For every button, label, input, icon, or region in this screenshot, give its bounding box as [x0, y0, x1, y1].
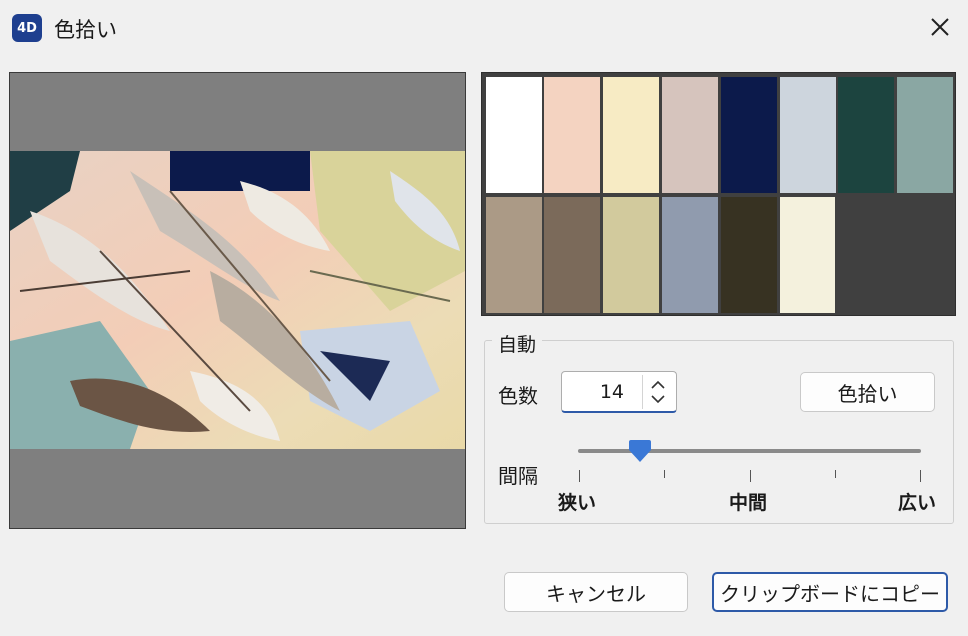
interval-label: 間隔	[498, 464, 538, 488]
auto-group-label: 自動	[492, 330, 543, 357]
swatch-3[interactable]	[603, 77, 659, 193]
close-icon	[931, 18, 949, 36]
app-logo-icon: 4D	[12, 14, 42, 42]
image-preview[interactable]	[9, 72, 466, 529]
color-palette	[481, 72, 956, 316]
tick-label-narrow: 狭い	[558, 492, 597, 514]
pick-colors-button[interactable]: 色拾い	[800, 372, 935, 412]
color-count-stepper[interactable]: 14	[561, 371, 677, 413]
stepper-arrows[interactable]	[642, 375, 673, 409]
swatch-2[interactable]	[544, 77, 600, 193]
close-button[interactable]	[924, 12, 956, 42]
empty-palette-slot	[835, 193, 951, 313]
cancel-button[interactable]: キャンセル	[504, 572, 688, 612]
slider-tick	[750, 470, 751, 482]
slider-tick	[579, 470, 580, 482]
swatch-14[interactable]	[780, 197, 836, 313]
swatch-12[interactable]	[662, 197, 718, 313]
swatch-6[interactable]	[780, 77, 836, 193]
copy-to-clipboard-button[interactable]: クリップボードにコピー	[712, 572, 948, 612]
tick-label-wide: 広い	[898, 492, 937, 514]
swatch-13[interactable]	[721, 197, 777, 313]
preview-image	[10, 151, 465, 449]
swatch-5[interactable]	[721, 77, 777, 193]
swatch-11[interactable]	[603, 197, 659, 313]
tick-label-middle: 中間	[729, 492, 768, 514]
swatch-7[interactable]	[838, 77, 894, 193]
interval-slider-thumb[interactable]	[628, 440, 652, 464]
slider-tick	[920, 470, 921, 482]
auto-settings-group	[484, 340, 954, 524]
swatch-9[interactable]	[486, 197, 542, 313]
slider-tick	[835, 470, 836, 478]
window-title: 色拾い	[54, 18, 117, 42]
slider-tick	[664, 470, 665, 478]
swatch-1[interactable]	[486, 77, 542, 193]
swatch-8[interactable]	[897, 77, 953, 193]
swatch-10[interactable]	[544, 197, 600, 313]
chevron-up-down-icon[interactable]	[643, 375, 673, 409]
color-count-label: 色数	[498, 384, 538, 408]
color-count-value[interactable]: 14	[600, 381, 624, 403]
title-bar: 4D 色拾い	[0, 0, 968, 52]
swatch-4[interactable]	[662, 77, 718, 193]
